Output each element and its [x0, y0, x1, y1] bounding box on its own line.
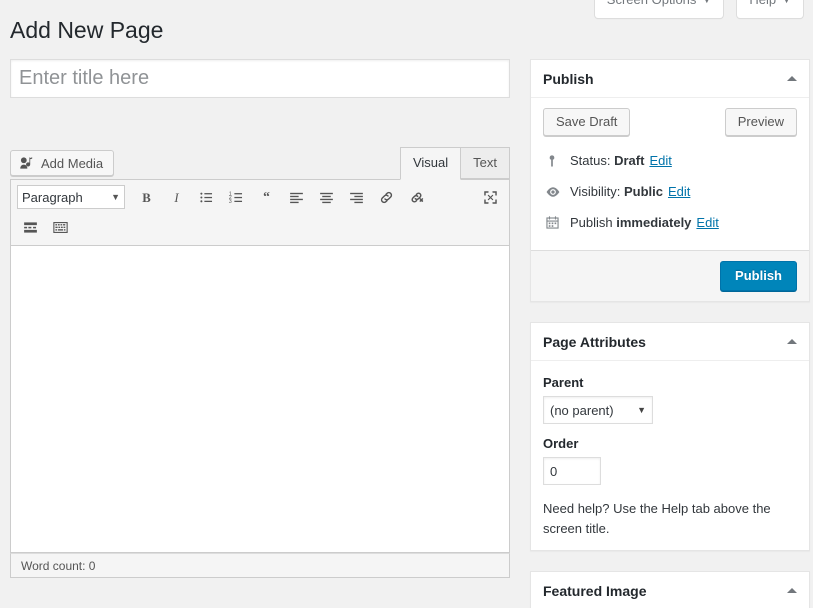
keyboard-shortcuts-icon[interactable] — [46, 214, 74, 240]
parent-select[interactable]: (no parent) ▼ — [543, 396, 653, 424]
post-visibility-value: Public — [624, 182, 663, 203]
parent-label: Parent — [543, 375, 797, 390]
post-visibility-row: Visibility: PublicEdit — [543, 177, 797, 208]
featured-image-title: Featured Image — [543, 584, 646, 598]
tab-visual-label: Visual — [413, 155, 448, 170]
numbered-list-icon[interactable]: 1 2 3 — [222, 184, 250, 210]
post-status-value: Draft — [614, 151, 644, 172]
help-button[interactable]: Help ▼ — [736, 0, 804, 19]
tab-text-label: Text — [473, 155, 497, 170]
wp-admin-add-new-page-screen: Screen Options ▼ Help ▼ Add New Page Add M… — [0, 0, 813, 608]
sidebar: Publish Save Draft Preview Status: Draft… — [530, 59, 810, 608]
post-editor: Add Media Visual Text Paragraph ▼ B — [10, 148, 510, 578]
post-visibility-prefix: Visibility: — [570, 182, 620, 203]
fullscreen-icon[interactable] — [476, 184, 504, 210]
calendar-icon — [545, 215, 565, 230]
add-media-label: Add Media — [41, 156, 103, 171]
bold-icon[interactable]: B — [132, 184, 160, 210]
word-count: Word count: 0 — [21, 559, 95, 573]
bulleted-list-icon[interactable] — [192, 184, 220, 210]
edit-schedule-link[interactable]: Edit — [696, 213, 718, 234]
order-label: Order — [543, 436, 797, 451]
svg-text:I: I — [173, 190, 179, 204]
media-icon — [19, 155, 35, 171]
tab-text[interactable]: Text — [460, 147, 510, 179]
editor-toolbar: Paragraph ▼ B I — [10, 179, 510, 246]
publish-panel: Publish Save Draft Preview Status: Draft… — [530, 59, 810, 302]
publish-panel-body: Save Draft Preview Status: DraftEdit — [531, 98, 809, 250]
eye-icon — [545, 185, 565, 199]
featured-image-panel: Featured Image — [530, 571, 810, 608]
read-more-icon[interactable] — [16, 214, 44, 240]
chevron-up-icon[interactable] — [787, 339, 797, 344]
post-schedule-value: immediately — [616, 213, 691, 234]
chevron-up-icon[interactable] — [787, 588, 797, 593]
page-title: Add New Page — [10, 16, 163, 46]
major-publishing-actions: Publish — [531, 250, 809, 301]
post-status-prefix: Status: — [570, 151, 610, 172]
link-icon[interactable] — [372, 184, 400, 210]
publish-button[interactable]: Publish — [720, 261, 797, 291]
align-left-icon[interactable] — [282, 184, 310, 210]
svg-text:3: 3 — [228, 199, 231, 205]
align-right-icon[interactable] — [342, 184, 370, 210]
editor-content-area[interactable] — [10, 246, 510, 553]
page-attributes-body: Parent (no parent) ▼ Order Need help? Us… — [531, 361, 809, 550]
publish-panel-header[interactable]: Publish — [531, 60, 809, 98]
pin-icon — [545, 154, 565, 168]
minor-publishing-actions: Save Draft Preview — [543, 108, 797, 136]
post-title-input[interactable] — [10, 59, 510, 98]
post-status-row: Status: DraftEdit — [543, 146, 797, 177]
edit-visibility-link[interactable]: Edit — [668, 182, 690, 203]
preview-button[interactable]: Preview — [725, 108, 797, 136]
editor-status-bar: Word count: 0 — [10, 553, 510, 578]
page-attributes-panel: Page Attributes Parent (no parent) ▼ Ord… — [530, 322, 810, 551]
editor-media-row: Add Media Visual Text — [10, 148, 510, 179]
svg-text:B: B — [142, 190, 151, 204]
save-draft-button[interactable]: Save Draft — [543, 108, 630, 136]
chevron-down-icon: ▼ — [782, 0, 791, 5]
format-select[interactable]: Paragraph ▼ — [17, 185, 125, 209]
publish-panel-title: Publish — [543, 72, 594, 86]
post-schedule-prefix: Publish — [570, 213, 613, 234]
title-field-wrap — [10, 59, 510, 98]
screen-meta-links: Screen Options ▼ Help ▼ — [594, 0, 804, 19]
editor-mode-tabs: Visual Text — [400, 148, 510, 179]
page-attributes-title: Page Attributes — [543, 335, 646, 349]
chevron-down-icon: ▼ — [637, 405, 646, 415]
editor-toolbar-row-2 — [15, 212, 505, 242]
format-select-value: Paragraph — [22, 190, 83, 205]
page-attributes-header[interactable]: Page Attributes — [531, 323, 809, 361]
edit-status-link[interactable]: Edit — [649, 151, 671, 172]
editor-toolbar-row-1: Paragraph ▼ B I — [15, 182, 505, 212]
parent-select-value: (no parent) — [550, 403, 614, 418]
post-schedule-row: Publish immediatelyEdit — [543, 208, 797, 239]
align-center-icon[interactable] — [312, 184, 340, 210]
featured-image-header[interactable]: Featured Image — [531, 572, 809, 608]
blockquote-icon[interactable]: “ — [252, 184, 280, 210]
add-media-button[interactable]: Add Media — [10, 150, 114, 176]
help-label: Help — [749, 0, 776, 7]
chevron-down-icon: ▼ — [702, 0, 711, 5]
italic-icon[interactable]: I — [162, 184, 190, 210]
chevron-down-icon: ▼ — [111, 192, 120, 202]
order-input[interactable] — [543, 457, 601, 485]
tab-visual[interactable]: Visual — [400, 147, 461, 180]
chevron-up-icon[interactable] — [787, 76, 797, 81]
svg-text:“: “ — [263, 189, 270, 204]
screen-options-label: Screen Options — [607, 0, 697, 7]
unlink-icon[interactable] — [402, 184, 430, 210]
screen-options-button[interactable]: Screen Options ▼ — [594, 0, 725, 19]
page-attributes-help-text: Need help? Use the Help tab above the sc… — [543, 499, 797, 538]
